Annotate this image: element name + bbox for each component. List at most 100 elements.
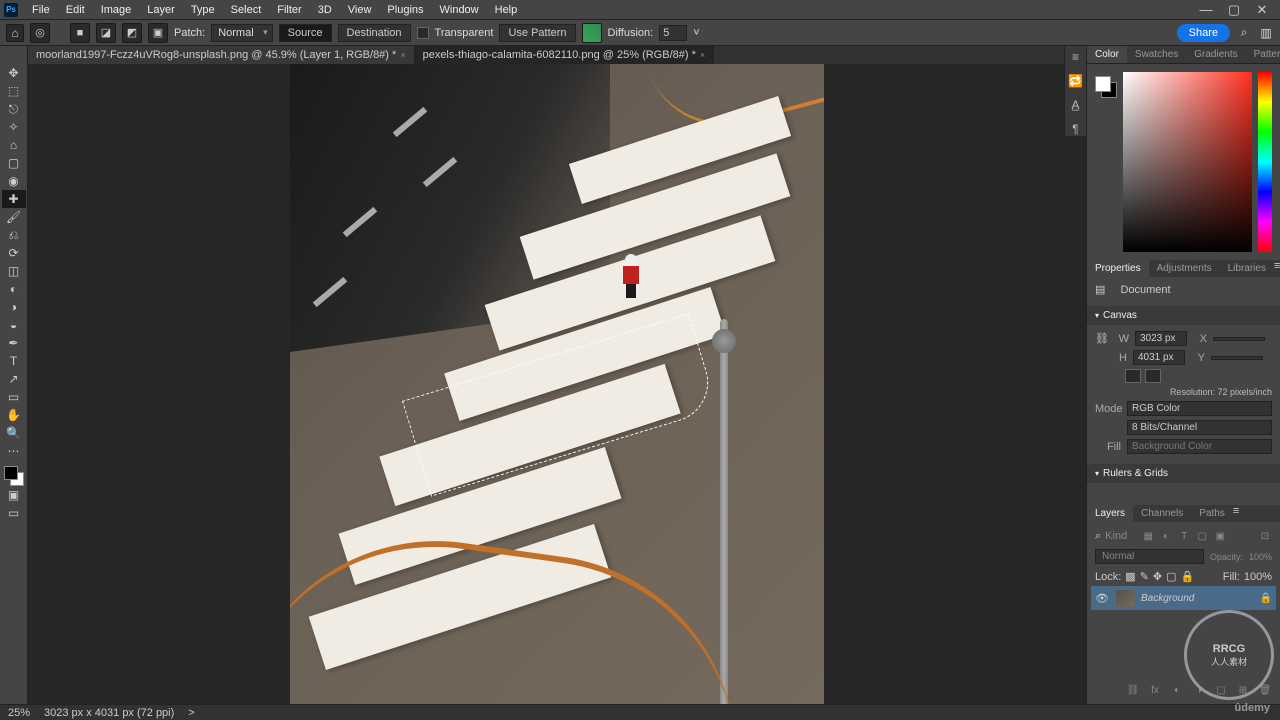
paragraph-panel-icon[interactable]: ¶ [1072, 122, 1078, 136]
rulers-section-header[interactable]: Rulers & Grids [1087, 464, 1280, 483]
panel-menu-icon[interactable]: ≡ [1274, 260, 1280, 277]
search-icon[interactable]: ⌕ [1236, 25, 1252, 41]
tab-layers[interactable]: Layers [1087, 505, 1133, 522]
new-layer-icon[interactable]: ⊞ [1236, 683, 1250, 697]
frame-tool[interactable]: ▢ [2, 154, 26, 172]
panel-icon[interactable]: ≡ [1072, 50, 1079, 64]
menu-edit[interactable]: Edit [58, 2, 93, 18]
menu-image[interactable]: Image [93, 2, 140, 18]
lock-brush-icon[interactable]: ✎ [1140, 570, 1149, 583]
filter-adjust-icon[interactable]: ◐ [1159, 529, 1173, 543]
menu-layer[interactable]: Layer [139, 2, 183, 18]
portrait-icon[interactable] [1125, 369, 1141, 383]
menu-help[interactable]: Help [487, 2, 526, 18]
close-icon[interactable]: × [700, 50, 705, 60]
source-button[interactable]: Source [279, 24, 332, 42]
trash-icon[interactable]: 🗑 [1258, 683, 1272, 697]
hue-slider[interactable] [1258, 72, 1272, 252]
pattern-swatch-icon[interactable] [582, 23, 602, 43]
fill-field[interactable]: 100% [1244, 571, 1272, 583]
visibility-icon[interactable]: 👁 [1095, 592, 1109, 605]
wand-tool[interactable]: ✧ [2, 118, 26, 136]
move-tool[interactable]: ✥ [2, 64, 26, 82]
status-arrow-icon[interactable]: > [188, 707, 194, 719]
menu-select[interactable]: Select [223, 2, 270, 18]
selection-add-icon[interactable]: ◪ [96, 23, 116, 43]
panel-icon[interactable]: 🔁 [1068, 74, 1083, 88]
use-pattern-button[interactable]: Use Pattern [499, 24, 575, 42]
selection-new-icon[interactable]: ■ [70, 23, 90, 43]
type-tool[interactable]: T [2, 352, 26, 370]
layer-row-background[interactable]: 👁 Background 🔒 [1091, 586, 1276, 610]
patch-mode-dropdown[interactable]: Normal [211, 24, 272, 42]
layer-name[interactable]: Background [1141, 593, 1194, 604]
diffusion-field[interactable]: 5 [659, 25, 687, 41]
panel-menu-icon[interactable]: ≡ [1233, 505, 1239, 522]
share-button[interactable]: Share [1177, 24, 1230, 42]
tab-properties[interactable]: Properties [1087, 260, 1149, 277]
close-button[interactable]: ✕ [1248, 0, 1276, 20]
opacity-field[interactable]: 100% [1249, 552, 1272, 562]
crop-tool[interactable]: ⌂ [2, 136, 26, 154]
width-field[interactable]: 3023 px [1135, 331, 1187, 346]
lock-trans-icon[interactable]: ▩ [1125, 570, 1135, 583]
hand-tool[interactable]: ✋ [2, 406, 26, 424]
fill-dropdown[interactable]: Background Color [1127, 439, 1272, 454]
eraser-tool[interactable]: ◫ [2, 262, 26, 280]
lock-pos-icon[interactable]: ✥ [1153, 570, 1162, 583]
maximize-button[interactable]: ▢ [1220, 0, 1248, 20]
tab-color[interactable]: Color [1087, 46, 1127, 63]
document-canvas[interactable] [290, 64, 824, 704]
landscape-icon[interactable] [1145, 369, 1161, 383]
filter-pixel-icon[interactable]: ▦ [1141, 529, 1155, 543]
lock-icon[interactable]: 🔒 [1260, 593, 1272, 604]
lasso-tool[interactable]: ⎋ [2, 100, 26, 118]
stamp-tool[interactable]: ⎌ [2, 226, 26, 244]
height-field[interactable]: 4031 px [1133, 350, 1185, 365]
color-swatch[interactable] [4, 466, 24, 486]
bits-dropdown[interactable]: 8 Bits/Channel [1127, 420, 1272, 435]
fg-bg-swatch[interactable] [1095, 76, 1117, 98]
fx-icon[interactable]: fx [1148, 683, 1162, 697]
zoom-level[interactable]: 25% [8, 707, 30, 719]
link-layers-icon[interactable]: ⛓ [1126, 683, 1140, 697]
home-icon[interactable]: ⌂ [6, 24, 24, 42]
mask-icon[interactable]: ◐ [1170, 683, 1184, 697]
document-tab[interactable]: pexels-thiago-calamita-6082110.png @ 25%… [415, 46, 715, 64]
menu-file[interactable]: File [24, 2, 58, 18]
brush-tool[interactable]: 🖌 [2, 208, 26, 226]
filter-smart-icon[interactable]: ▣ [1213, 529, 1227, 543]
menu-filter[interactable]: Filter [269, 2, 309, 18]
diffusion-stepper-icon[interactable]: ˅ [693, 27, 699, 39]
document-tab[interactable]: moorland1997-Fczz4uVRog8-unsplash.png @ … [28, 46, 415, 64]
transparent-checkbox[interactable] [417, 27, 429, 39]
character-panel-icon[interactable]: A̲ [1071, 98, 1079, 112]
tab-libraries[interactable]: Libraries [1220, 260, 1274, 277]
blend-mode-dropdown[interactable]: Normal [1095, 549, 1204, 564]
lock-all-icon[interactable]: 🔒 [1181, 570, 1195, 583]
filter-shape-icon[interactable]: ▢ [1195, 529, 1209, 543]
menu-view[interactable]: View [340, 2, 380, 18]
eyedropper-tool[interactable]: ◉ [2, 172, 26, 190]
gradient-tool[interactable]: ◐ [2, 280, 26, 298]
tab-gradients[interactable]: Gradients [1186, 46, 1245, 63]
canvas-area[interactable] [28, 64, 1086, 704]
heal-tool[interactable]: ✚ [2, 190, 26, 208]
tab-patterns[interactable]: Patterns [1246, 46, 1280, 63]
search-icon[interactable]: ⌕ [1095, 530, 1101, 543]
destination-button[interactable]: Destination [338, 24, 411, 42]
marquee-tool[interactable]: ⬚ [2, 82, 26, 100]
tab-swatches[interactable]: Swatches [1127, 46, 1186, 63]
tab-paths[interactable]: Paths [1191, 505, 1233, 522]
menu-type[interactable]: Type [183, 2, 223, 18]
tab-adjustments[interactable]: Adjustments [1149, 260, 1220, 277]
blur-tool[interactable]: ◑ [2, 298, 26, 316]
selection-intersect-icon[interactable]: ▣ [148, 23, 168, 43]
menu-window[interactable]: Window [432, 2, 487, 18]
filter-toggle-icon[interactable]: ⊡ [1258, 529, 1272, 543]
history-brush-tool[interactable]: ⟳ [2, 244, 26, 262]
y-field[interactable] [1211, 356, 1263, 360]
kind-dropdown[interactable]: Kind [1105, 530, 1137, 542]
more-tools-icon[interactable]: ⋯ [2, 442, 26, 460]
lock-artboard-icon[interactable]: ▢ [1166, 570, 1176, 583]
